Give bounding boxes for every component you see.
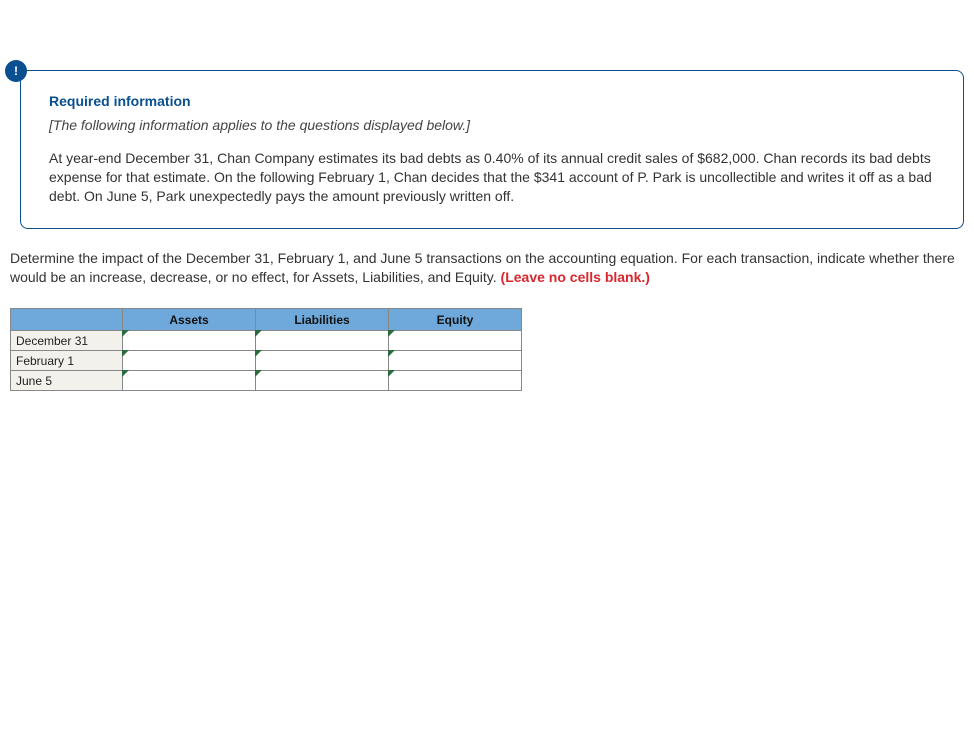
dropdown-marker-icon [388,330,395,337]
table-row: June 5 [11,371,522,391]
dropdown-marker-icon [122,330,129,337]
info-heading: Required information [49,93,935,109]
table-corner-cell [11,309,123,331]
col-header-liabilities: Liabilities [256,309,389,331]
required-info-box: Required information [The following info… [20,70,964,229]
table-row: February 1 [11,351,522,371]
required-info-container: ! Required information [The following in… [10,70,964,229]
col-header-assets: Assets [123,309,256,331]
dropdown-marker-icon [122,370,129,377]
table-row: December 31 [11,331,522,351]
row-label-feb1: February 1 [11,351,123,371]
input-feb1-equity[interactable] [389,351,522,371]
dropdown-marker-icon [255,330,262,337]
accounting-equation-table: Assets Liabilities Equity December 31 Fe… [10,308,522,391]
dropdown-marker-icon [255,370,262,377]
row-label-jun5: June 5 [11,371,123,391]
info-body: At year-end December 31, Chan Company es… [49,149,935,206]
question-prompt: Determine the impact of the December 31,… [10,249,964,287]
col-header-equity: Equity [389,309,522,331]
input-jun5-assets[interactable] [123,371,256,391]
input-dec31-equity[interactable] [389,331,522,351]
input-dec31-liabilities[interactable] [256,331,389,351]
dropdown-marker-icon [388,350,395,357]
alert-icon: ! [5,60,27,82]
dropdown-marker-icon [122,350,129,357]
row-label-dec31: December 31 [11,331,123,351]
dropdown-marker-icon [255,350,262,357]
input-jun5-equity[interactable] [389,371,522,391]
question-main-text: Determine the impact of the December 31,… [10,250,955,285]
question-emphasis: (Leave no cells blank.) [501,269,650,285]
dropdown-marker-icon [388,370,395,377]
info-subtitle: [The following information applies to th… [49,117,935,133]
input-feb1-liabilities[interactable] [256,351,389,371]
input-feb1-assets[interactable] [123,351,256,371]
input-dec31-assets[interactable] [123,331,256,351]
input-jun5-liabilities[interactable] [256,371,389,391]
table-header-row: Assets Liabilities Equity [11,309,522,331]
